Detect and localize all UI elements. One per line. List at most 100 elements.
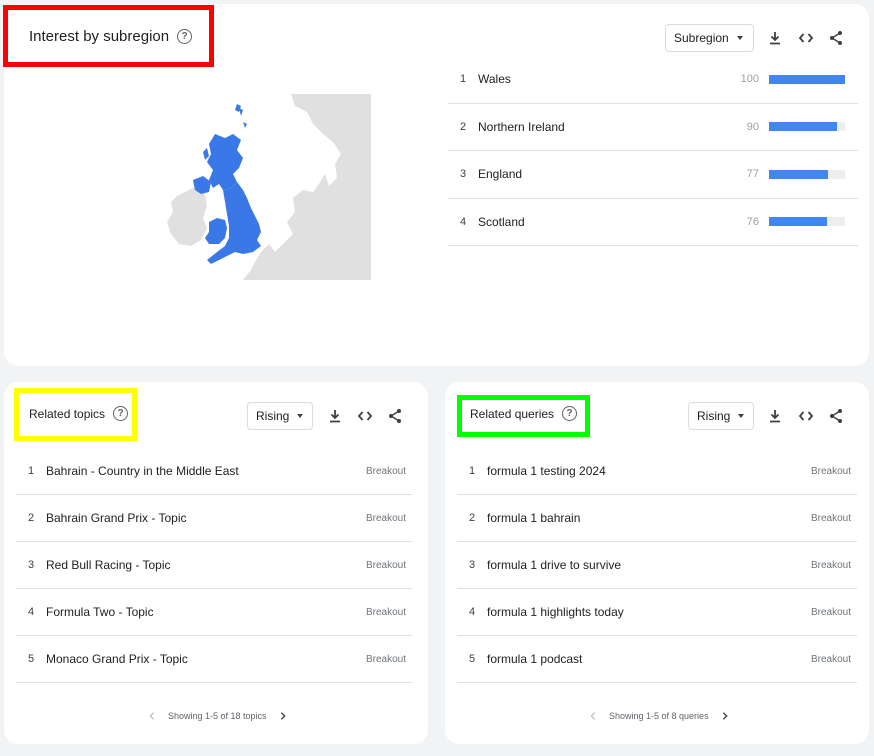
- rank-number: 2: [469, 512, 476, 524]
- subregion-dropdown[interactable]: Subregion: [665, 24, 754, 52]
- caret-down-icon: [297, 414, 304, 418]
- query-name: formula 1 testing 2024: [487, 464, 606, 478]
- chevron-left-icon[interactable]: [587, 710, 599, 722]
- subregion-name: Northern Ireland: [478, 119, 565, 134]
- subregion-title: Interest by subregion: [29, 28, 170, 45]
- subregion-value: 76: [746, 215, 759, 228]
- island-west-scotland: [203, 148, 209, 160]
- topic-name: Bahrain Grand Prix - Topic: [46, 511, 187, 525]
- list-item[interactable]: 2 Northern Ireland 90: [448, 104, 858, 151]
- topic-name: Bahrain - Country in the Middle East: [46, 464, 239, 478]
- value-bar-fill: [769, 122, 838, 132]
- help-icon[interactable]: ?: [177, 29, 193, 44]
- status-badge: Breakout: [365, 512, 406, 524]
- status-badge: Breakout: [810, 512, 851, 524]
- caret-down-icon: [736, 36, 743, 40]
- rank-number: 1: [469, 465, 476, 477]
- rank-number: 5: [469, 653, 476, 665]
- topics-dropdown[interactable]: Rising: [247, 402, 313, 430]
- status-badge: Breakout: [810, 559, 851, 571]
- chevron-right-icon[interactable]: [277, 710, 289, 722]
- download-icon[interactable]: [765, 28, 785, 48]
- help-icon[interactable]: ?: [113, 406, 129, 421]
- topic-name: Red Bull Racing - Topic: [46, 558, 171, 572]
- topics-dropdown-label: Rising: [256, 409, 290, 423]
- rank-number: 3: [460, 168, 467, 181]
- list-item[interactable]: 3 England 77: [448, 151, 858, 199]
- subregion-ranked-list: 1 Wales 100 2 Northern Ireland 90 3 Engl…: [448, 56, 858, 246]
- topic-name: Formula Two - Topic: [46, 605, 154, 619]
- topic-name: Monaco Grand Prix - Topic: [46, 652, 188, 666]
- region-scotland[interactable]: [207, 134, 243, 190]
- value-bar-fill: [769, 217, 827, 227]
- list-item[interactable]: 4 Formula Two - Topic Breakout: [16, 589, 412, 636]
- rank-number: 1: [460, 73, 467, 86]
- subregion-value: 100: [740, 73, 759, 86]
- status-badge: Breakout: [810, 465, 851, 477]
- query-name: formula 1 podcast: [487, 652, 583, 666]
- chevron-left-icon[interactable]: [146, 710, 158, 722]
- query-name: formula 1 drive to survive: [487, 558, 622, 572]
- europe-land: [263, 94, 371, 280]
- list-item[interactable]: 3 formula 1 drive to survive Breakout: [457, 542, 857, 589]
- ireland-land: [167, 186, 207, 246]
- list-item[interactable]: 3 Red Bull Racing - Topic Breakout: [16, 542, 412, 589]
- list-item[interactable]: 1 Bahrain - Country in the Middle East B…: [16, 448, 412, 495]
- query-name: formula 1 bahrain: [487, 511, 581, 525]
- rank-number: 2: [28, 512, 35, 524]
- list-item[interactable]: 4 formula 1 highlights today Breakout: [457, 589, 857, 636]
- queries-dropdown[interactable]: Rising: [688, 402, 754, 430]
- list-item[interactable]: 5 Monaco Grand Prix - Topic Breakout: [16, 636, 412, 683]
- rank-number: 4: [460, 215, 467, 228]
- share-icon[interactable]: [826, 406, 846, 426]
- status-badge: Breakout: [810, 606, 851, 618]
- pager-text: Showing 1-5 of 18 topics: [168, 711, 267, 721]
- embed-icon[interactable]: [796, 28, 816, 48]
- region-wales[interactable]: [205, 218, 227, 244]
- related-queries-list: 1 formula 1 testing 2024 Breakout 2 form…: [457, 448, 857, 683]
- rank-number: 3: [28, 559, 35, 571]
- related-topics-list: 1 Bahrain - Country in the Middle East B…: [16, 448, 412, 683]
- value-bar: [769, 122, 845, 132]
- caret-down-icon: [738, 414, 745, 418]
- value-bar-fill: [769, 74, 845, 84]
- subregion-name: Scotland: [478, 214, 525, 229]
- list-item[interactable]: 1 formula 1 testing 2024 Breakout: [457, 448, 857, 495]
- subregion-header: Interest by subregion ?: [29, 28, 193, 45]
- status-badge: Breakout: [365, 465, 406, 477]
- query-name: formula 1 highlights today: [487, 605, 624, 619]
- list-item[interactable]: 4 Scotland 76: [448, 199, 858, 246]
- status-badge: Breakout: [365, 606, 406, 618]
- subregion-name: England: [478, 167, 523, 182]
- download-icon[interactable]: [325, 406, 345, 426]
- list-item[interactable]: 2 Bahrain Grand Prix - Topic Breakout: [16, 495, 412, 542]
- embed-icon[interactable]: [355, 406, 375, 426]
- subregion-map[interactable]: [163, 94, 371, 280]
- share-icon[interactable]: [826, 28, 846, 48]
- list-item[interactable]: 2 formula 1 bahrain Breakout: [457, 495, 857, 542]
- related-topics-header: Related topics ?: [29, 406, 129, 421]
- list-item[interactable]: 5 formula 1 podcast Breakout: [457, 636, 857, 683]
- rank-number: 3: [469, 559, 476, 571]
- list-item[interactable]: 1 Wales 100: [448, 56, 858, 104]
- value-bar: [769, 169, 845, 179]
- islands-north-scotland: [235, 104, 247, 128]
- rank-number: 4: [469, 606, 476, 618]
- related-queries-title: Related queries: [470, 406, 555, 421]
- subregion-name: Wales: [478, 72, 511, 87]
- subregion-value: 90: [746, 120, 759, 133]
- rank-number: 1: [28, 465, 35, 477]
- pager-text: Showing 1-5 of 8 queries: [609, 711, 709, 721]
- status-badge: Breakout: [365, 559, 406, 571]
- topics-pager: Showing 1-5 of 18 topics: [146, 710, 289, 722]
- subregion-dropdown-label: Subregion: [674, 31, 729, 45]
- queries-pager: Showing 1-5 of 8 queries: [587, 710, 731, 722]
- download-icon[interactable]: [765, 406, 785, 426]
- rank-number: 5: [28, 653, 35, 665]
- chevron-right-icon[interactable]: [719, 710, 731, 722]
- related-queries-header: Related queries ?: [470, 406, 578, 421]
- share-icon[interactable]: [385, 406, 405, 426]
- embed-icon[interactable]: [796, 406, 816, 426]
- rank-number: 2: [460, 120, 467, 133]
- help-icon[interactable]: ?: [562, 406, 578, 421]
